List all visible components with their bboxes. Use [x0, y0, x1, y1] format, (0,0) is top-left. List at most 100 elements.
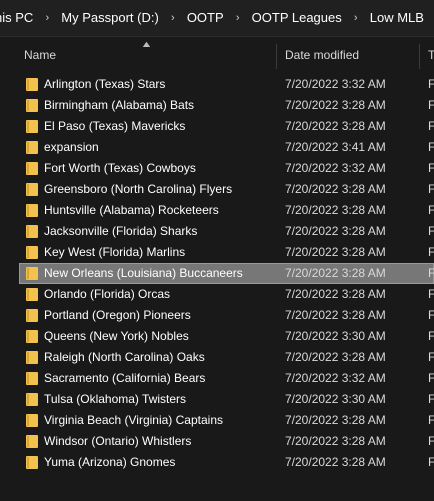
- file-type: F: [428, 329, 434, 343]
- list-item[interactable]: Fort Worth (Texas) Cowboys 7/20/2022 3:32…: [0, 158, 434, 179]
- list-item[interactable]: Greensboro (North Carolina) Flyers 7/20/2…: [0, 179, 434, 200]
- breadcrumb-item[interactable]: OOTP: [185, 0, 226, 36]
- folder-icon: [26, 267, 38, 280]
- folder-icon: [26, 225, 38, 238]
- file-type: F: [428, 77, 434, 91]
- file-name: Raleigh (North Carolina) Oaks: [44, 350, 205, 364]
- file-name: Queens (New York) Nobles: [44, 329, 189, 343]
- list-item[interactable]: Portland (Oregon) Pioneers 7/20/2022 3:28…: [0, 305, 434, 326]
- date-modified: 7/20/2022 3:28 AM: [285, 98, 386, 112]
- folder-icon: [26, 330, 38, 343]
- file-name: Greensboro (North Carolina) Flyers: [44, 182, 233, 196]
- file-type: F: [428, 224, 434, 238]
- file-type: F: [428, 245, 434, 259]
- list-item[interactable]: expansion 7/20/2022 3:41 AM F: [0, 137, 434, 158]
- file-name: Windsor (Ontario) Whistlers: [44, 434, 192, 448]
- list-item[interactable]: Arlington (Texas) Stars 7/20/2022 3:32 AM…: [0, 74, 434, 95]
- column-header-name[interactable]: Name: [24, 48, 56, 62]
- file-name: Arlington (Texas) Stars: [44, 77, 166, 91]
- file-name: New Orleans (Louisiana) Buccaneers: [44, 266, 243, 280]
- chevron-right-icon[interactable]: ›: [426, 0, 434, 36]
- date-modified: 7/20/2022 3:28 AM: [285, 245, 386, 259]
- date-modified: 7/20/2022 3:28 AM: [285, 287, 386, 301]
- file-type: F: [428, 266, 434, 280]
- list-item[interactable]: Yuma (Arizona) Gnomes 7/20/2022 3:28 AM F: [0, 452, 434, 473]
- chevron-right-icon[interactable]: ›: [35, 0, 59, 36]
- column-header-type[interactable]: T: [428, 48, 434, 62]
- column-header-date-modified[interactable]: Date modified: [285, 48, 359, 62]
- chevron-right-icon[interactable]: ›: [226, 0, 250, 36]
- file-type: F: [428, 98, 434, 112]
- list-item[interactable]: Queens (New York) Nobles 7/20/2022 3:30 A…: [0, 326, 434, 347]
- date-modified: 7/20/2022 3:32 AM: [285, 371, 386, 385]
- breadcrumb-item[interactable]: Low MLB: [368, 0, 426, 36]
- address-bar[interactable]: his PC›My Passport (D:)›OOTP›OOTP League…: [0, 0, 434, 37]
- file-type: F: [428, 182, 434, 196]
- folder-icon: [26, 309, 38, 322]
- folder-icon: [26, 162, 38, 175]
- folder-icon: [26, 141, 38, 154]
- file-name: Key West (Florida) Marlins: [44, 245, 186, 259]
- file-type: F: [428, 287, 434, 301]
- file-explorer-window: his PC›My Passport (D:)›OOTP›OOTP League…: [0, 0, 434, 501]
- list-item[interactable]: New Orleans (Louisiana) Buccaneers 7/20/2…: [0, 263, 434, 284]
- file-name: Orlando (Florida) Orcas: [44, 287, 171, 301]
- list-item[interactable]: El Paso (Texas) Mavericks 7/20/2022 3:28 …: [0, 116, 434, 137]
- file-name: Portland (Oregon) Pioneers: [44, 308, 191, 322]
- list-item[interactable]: Key West (Florida) Marlins 7/20/2022 3:28…: [0, 242, 434, 263]
- list-item[interactable]: Birmingham (Alabama) Bats 7/20/2022 3:28 …: [0, 95, 434, 116]
- chevron-right-icon[interactable]: ›: [344, 0, 368, 36]
- list-item[interactable]: Orlando (Florida) Orcas 7/20/2022 3:28 AM…: [0, 284, 434, 305]
- list-item[interactable]: Raleigh (North Carolina) Oaks 7/20/2022 3…: [0, 347, 434, 368]
- list-item[interactable]: Tulsa (Oklahoma) Twisters 7/20/2022 3:30 …: [0, 389, 434, 410]
- file-name: Tulsa (Oklahoma) Twisters: [44, 392, 187, 406]
- date-modified: 7/20/2022 3:28 AM: [285, 266, 386, 280]
- list-item[interactable]: Sacramento (California) Bears 7/20/2022 3…: [0, 368, 434, 389]
- file-type: F: [428, 203, 434, 217]
- list-item[interactable]: Windsor (Ontario) Whistlers 7/20/2022 3:2…: [0, 431, 434, 452]
- file-type: F: [428, 392, 434, 406]
- date-modified: 7/20/2022 3:28 AM: [285, 224, 386, 238]
- breadcrumb-item[interactable]: OOTP Leagues: [250, 0, 344, 36]
- file-name: Fort Worth (Texas) Cowboys: [44, 161, 196, 175]
- date-modified: 7/20/2022 3:30 AM: [285, 392, 386, 406]
- file-name: Huntsville (Alabama) Rocketeers: [44, 203, 219, 217]
- column-divider[interactable]: [276, 44, 277, 69]
- date-modified: 7/20/2022 3:28 AM: [285, 350, 386, 364]
- date-modified: 7/20/2022 3:28 AM: [285, 119, 386, 133]
- folder-icon: [26, 393, 38, 406]
- folder-icon: [26, 435, 38, 448]
- folder-icon: [26, 120, 38, 133]
- folder-icon: [26, 456, 38, 469]
- file-name: Yuma (Arizona) Gnomes: [44, 455, 176, 469]
- date-modified: 7/20/2022 3:28 AM: [285, 455, 386, 469]
- date-modified: 7/20/2022 3:28 AM: [285, 308, 386, 322]
- list-item[interactable]: Jacksonville (Florida) Sharks 7/20/2022 3…: [0, 221, 434, 242]
- file-type: F: [428, 434, 434, 448]
- date-modified: 7/20/2022 3:30 AM: [285, 329, 386, 343]
- breadcrumb: his PC›My Passport (D:)›OOTP›OOTP League…: [0, 0, 434, 36]
- file-name: Virginia Beach (Virginia) Captains: [44, 413, 223, 427]
- chevron-right-icon[interactable]: ›: [161, 0, 185, 36]
- date-modified: 7/20/2022 3:41 AM: [285, 140, 386, 154]
- breadcrumb-item[interactable]: My Passport (D:): [59, 0, 161, 36]
- file-name: Sacramento (California) Bears: [44, 371, 206, 385]
- breadcrumb-item[interactable]: his PC: [0, 0, 35, 36]
- file-list: Arlington (Texas) Stars 7/20/2022 3:32 AM…: [0, 74, 434, 473]
- list-item[interactable]: Virginia Beach (Virginia) Captains 7/20/2…: [0, 410, 434, 431]
- folder-icon: [26, 78, 38, 91]
- date-modified: 7/20/2022 3:28 AM: [285, 203, 386, 217]
- file-type: F: [428, 119, 434, 133]
- file-type: F: [428, 140, 434, 154]
- date-modified: 7/20/2022 3:28 AM: [285, 413, 386, 427]
- file-type: F: [428, 308, 434, 322]
- folder-icon: [26, 204, 38, 217]
- folder-icon: [26, 99, 38, 112]
- column-header-row: ▲ Name Date modified T: [0, 39, 434, 69]
- column-divider[interactable]: [419, 44, 420, 69]
- file-name: Birmingham (Alabama) Bats: [44, 98, 195, 112]
- file-type: F: [428, 161, 434, 175]
- list-item[interactable]: Huntsville (Alabama) Rocketeers 7/20/2022…: [0, 200, 434, 221]
- sort-ascending-icon: ▲: [140, 39, 153, 49]
- file-name: expansion: [44, 140, 99, 154]
